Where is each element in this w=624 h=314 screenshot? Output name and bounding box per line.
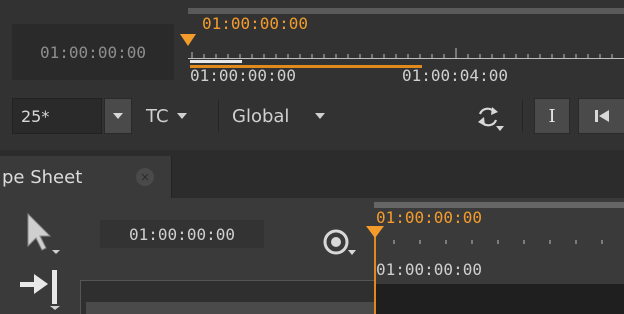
dope-sheet-ruler[interactable]: 01:00:00:00 01:00:00:00 [374,198,624,314]
skip-to-start-button[interactable] [578,98,624,134]
tab-dope-sheet[interactable]: pe Sheet × [0,156,172,198]
fps-field[interactable]: 25* [12,98,102,134]
scope-label: Global [232,105,290,127]
viewer-controls-row: 25* TC Global I [0,92,624,142]
curve-list-row[interactable] [86,302,374,314]
dope-sheet-body: 01:00:00:00 01:00:00:00 01:00:00:00 [0,198,624,314]
pointer-icon[interactable] [22,210,62,254]
chevron-down-icon [315,113,326,119]
playhead-line[interactable] [374,234,376,314]
ruler-frame-label: 01:00:00:00 [376,260,482,279]
fps-dropdown-button[interactable] [104,98,132,134]
scope-dropdown[interactable]: Global [232,98,326,134]
timecode-mode-label: TC [146,105,169,127]
ruler-baseline [188,58,624,59]
playhead-time-label: 01:00:00:00 [376,208,482,227]
divider [218,100,219,132]
loop-icon[interactable] [474,104,506,132]
step-in-icon[interactable] [18,266,66,310]
ruler-end-label: 01:00:04:00 [402,66,508,85]
in-point-button[interactable]: I [534,98,570,134]
chevron-down-icon [176,113,187,119]
frame-cursor-icon[interactable] [320,226,360,260]
panel-tab-strip: pe Sheet × [0,150,624,198]
viewer-timeline-ruler[interactable]: 01:00:00:00 01:00:00:00 01:00:04:00 [188,0,624,88]
tab-label: pe Sheet [2,166,83,188]
close-icon[interactable]: × [136,168,154,186]
dope-sheet-timecode-field[interactable]: 01:00:00:00 [100,220,264,248]
playhead-time-label: 01:00:00:00 [202,14,308,33]
in-point-icon: I [548,105,556,127]
ruler-ticks [393,240,603,244]
skip-to-start-icon [594,110,609,122]
in-out-range-marker [190,60,242,63]
playhead-marker-icon[interactable] [366,226,384,238]
current-timecode-display[interactable]: 01:00:00:00 [12,24,174,80]
ruler-start-label: 01:00:00:00 [190,66,296,85]
chevron-down-icon [113,113,123,119]
keyframe-track[interactable] [374,284,624,314]
playhead-marker-icon[interactable] [180,34,196,46]
divider [522,100,523,132]
timecode-mode-dropdown[interactable]: TC [146,98,187,134]
